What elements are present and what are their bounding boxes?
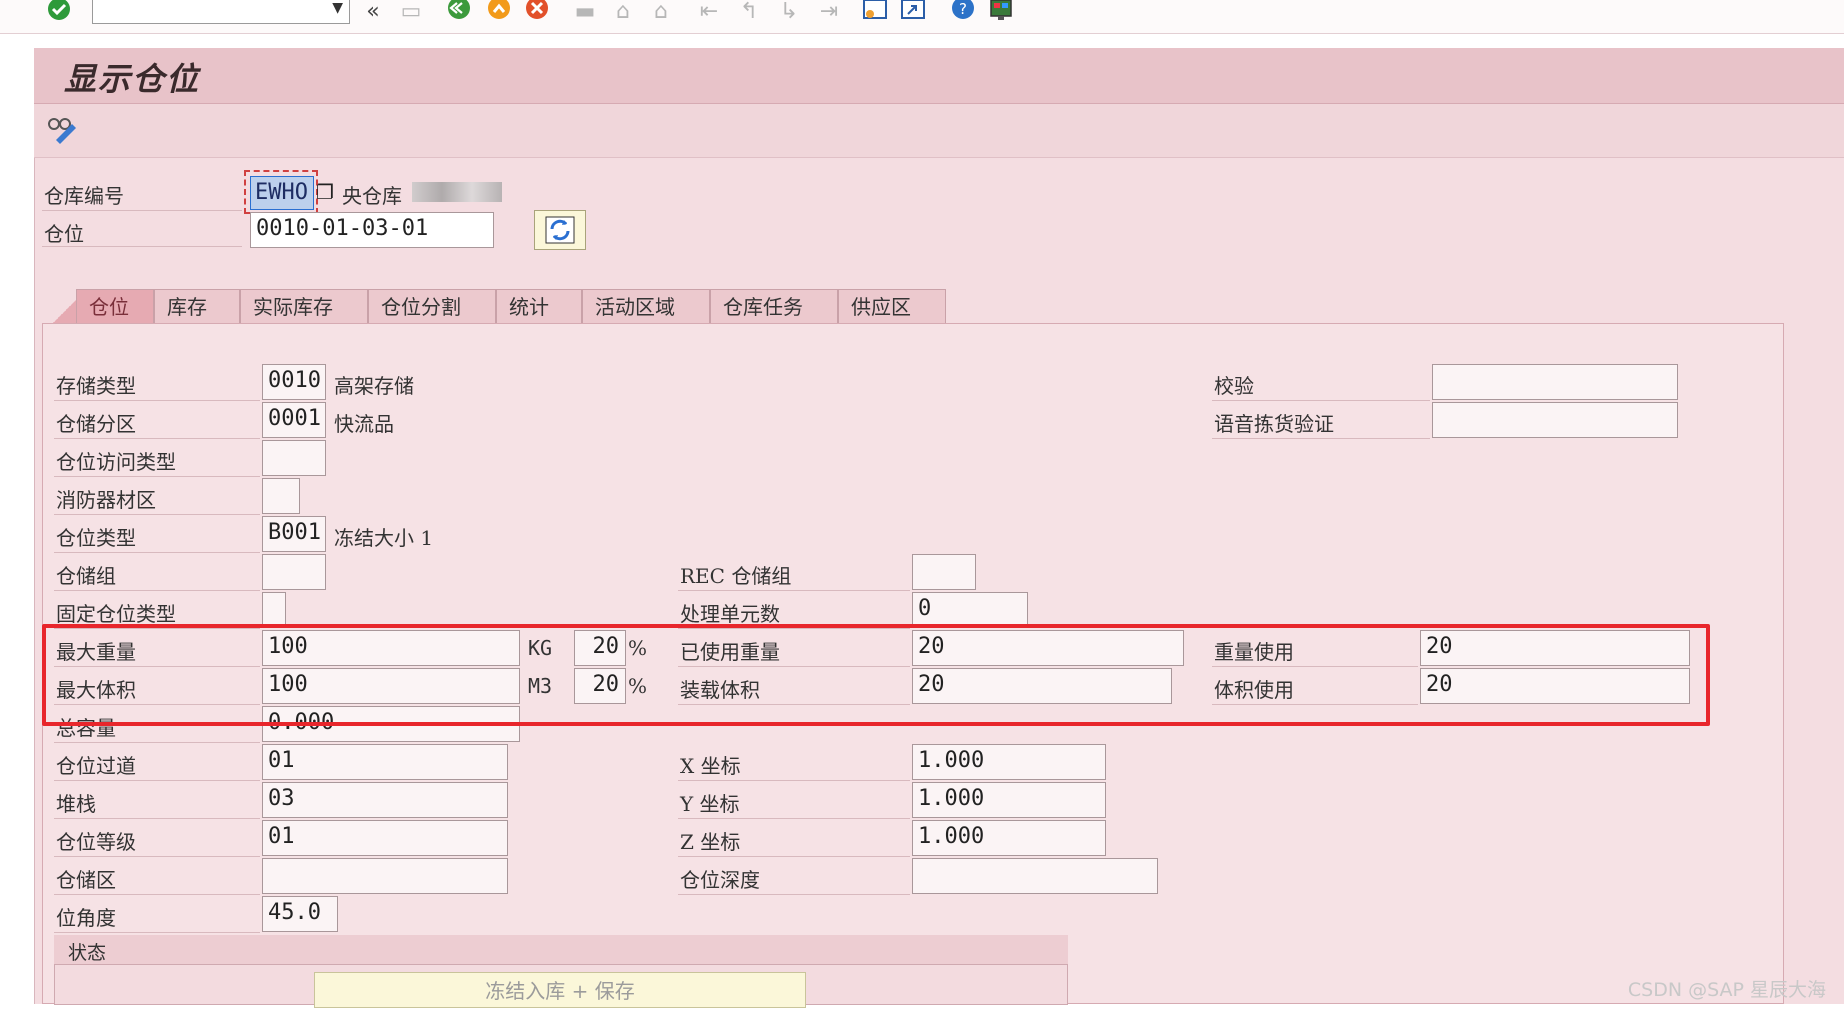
highlight-box bbox=[42, 624, 1710, 726]
page-title: 显示仓位 bbox=[64, 60, 201, 98]
application-toolbar bbox=[34, 104, 1844, 158]
redacted-text bbox=[412, 182, 502, 202]
watermark: CSDN @SAP 星辰大海 bbox=[1627, 979, 1826, 1001]
voice-pick-input[interactable] bbox=[1432, 402, 1678, 438]
stack-input[interactable]: 03 bbox=[262, 782, 508, 818]
storage-section-label: 仓储分区 bbox=[56, 412, 136, 436]
storage-section-desc: 快流品 bbox=[334, 412, 394, 436]
tab-bin[interactable]: 仓位 bbox=[76, 289, 154, 323]
enter-icon[interactable] bbox=[46, 0, 72, 22]
bin-level-input[interactable]: 01 bbox=[262, 820, 508, 856]
refresh-icon bbox=[545, 216, 575, 244]
angle-label: 位角度 bbox=[56, 906, 116, 930]
fixed-bin-type-checkbox[interactable] bbox=[262, 592, 286, 628]
check-label: 校验 bbox=[1214, 374, 1254, 398]
status-group-header bbox=[54, 935, 1068, 965]
fixed-bin-type-label: 固定仓位类型 bbox=[56, 602, 176, 626]
shortcut-icon[interactable] bbox=[900, 0, 926, 22]
storage-type-label: 存储类型 bbox=[56, 374, 136, 398]
find-next-icon[interactable]: ⌂ bbox=[648, 0, 674, 24]
value-help-icon[interactable]: ❐ bbox=[316, 180, 334, 204]
command-field[interactable]: ▼ bbox=[92, 0, 350, 24]
tab-bin-split[interactable]: 仓位分割 bbox=[368, 289, 496, 323]
fire-area-label: 消防器材区 bbox=[56, 488, 156, 512]
storage-area-input[interactable] bbox=[262, 858, 508, 894]
tab-warehouse-task[interactable]: 仓库任务 bbox=[710, 289, 838, 323]
storage-group-input[interactable] bbox=[262, 554, 326, 590]
stack-label: 堆栈 bbox=[56, 792, 96, 816]
bin-access-type-input[interactable] bbox=[262, 440, 326, 476]
next-page-icon[interactable]: ↳ bbox=[776, 0, 802, 24]
y-coord-input[interactable]: 1.000 bbox=[912, 782, 1106, 818]
x-coord-input[interactable]: 1.000 bbox=[912, 744, 1106, 780]
handling-units-label: 处理单元数 bbox=[680, 602, 780, 626]
title-bar bbox=[34, 48, 1844, 104]
status-header-label: 状态 bbox=[68, 942, 107, 964]
rec-group-label: REC 仓储组 bbox=[680, 564, 792, 588]
bin-depth-input[interactable] bbox=[912, 858, 1158, 894]
x-coord-label: X 坐标 bbox=[680, 754, 741, 778]
warehouse-description: 央仓库 bbox=[342, 184, 402, 208]
z-coord-label: Z 坐标 bbox=[680, 830, 741, 854]
first-page-icon[interactable]: ⇤ bbox=[696, 0, 722, 24]
prev-page-icon[interactable]: ↰ bbox=[736, 0, 762, 24]
tab-activity-area[interactable]: 活动区域 bbox=[582, 289, 710, 323]
svg-text:?: ? bbox=[959, 0, 967, 18]
warehouse-label: 仓库编号 bbox=[44, 184, 124, 208]
save-icon[interactable]: ▭ bbox=[398, 0, 424, 24]
new-session-icon[interactable] bbox=[862, 0, 888, 22]
y-coord-label: Y 坐标 bbox=[680, 792, 740, 816]
exit-icon[interactable] bbox=[486, 0, 512, 22]
bin-depth-label: 仓位深度 bbox=[680, 868, 760, 892]
angle-input[interactable]: 45.0 bbox=[262, 896, 338, 932]
freeze-putaway-save-button[interactable]: 冻结入库 + 保存 bbox=[314, 972, 806, 1008]
cancel-icon[interactable] bbox=[524, 0, 550, 22]
find-icon[interactable]: ⌂ bbox=[610, 0, 636, 24]
customize-icon[interactable] bbox=[988, 0, 1014, 22]
bin-aisle-label: 仓位过道 bbox=[56, 754, 136, 778]
handling-units-input[interactable]: 0 bbox=[912, 592, 1028, 628]
chevron-down-icon[interactable]: ▼ bbox=[332, 0, 343, 16]
last-page-icon[interactable]: ⇥ bbox=[816, 0, 842, 24]
help-icon[interactable]: ? bbox=[950, 0, 976, 22]
tab-supply-area[interactable]: 供应区 bbox=[838, 289, 946, 323]
bin-label: 仓位 bbox=[44, 222, 84, 246]
storage-type-input[interactable]: 0010 bbox=[262, 364, 326, 400]
storage-group-label: 仓储组 bbox=[56, 564, 116, 588]
tab-stock[interactable]: 库存 bbox=[154, 289, 240, 323]
storage-area-label: 仓储区 bbox=[56, 868, 116, 892]
bin-input[interactable]: 0010-01-03-01 bbox=[250, 212, 494, 248]
storage-section-input[interactable]: 0001 bbox=[262, 402, 326, 438]
print-icon[interactable]: ▬ bbox=[572, 0, 598, 24]
tab-statistics[interactable]: 统计 bbox=[496, 289, 582, 323]
display-change-icon[interactable] bbox=[46, 114, 78, 150]
bin-level-label: 仓位等级 bbox=[56, 830, 136, 854]
back-icon[interactable]: « bbox=[360, 0, 386, 24]
fire-area-input[interactable] bbox=[262, 478, 300, 514]
bin-type-input[interactable]: B001 bbox=[262, 516, 326, 552]
warehouse-input[interactable]: EWHO bbox=[250, 176, 314, 210]
check-input[interactable] bbox=[1432, 364, 1678, 400]
bin-aisle-input[interactable]: 01 bbox=[262, 744, 508, 780]
rec-group-input[interactable] bbox=[912, 554, 976, 590]
bin-type-desc: 冻结大小 1 bbox=[334, 526, 434, 550]
back-green-icon[interactable] bbox=[446, 0, 472, 22]
bin-access-type-label: 仓位访问类型 bbox=[56, 450, 176, 474]
refresh-button[interactable] bbox=[534, 210, 586, 250]
z-coord-input[interactable]: 1.000 bbox=[912, 820, 1106, 856]
bin-type-label: 仓位类型 bbox=[56, 526, 136, 550]
tab-physical-inventory[interactable]: 实际库存 bbox=[240, 289, 368, 323]
voice-pick-label: 语音拣货验证 bbox=[1214, 412, 1334, 436]
storage-type-desc: 高架存储 bbox=[334, 374, 414, 398]
